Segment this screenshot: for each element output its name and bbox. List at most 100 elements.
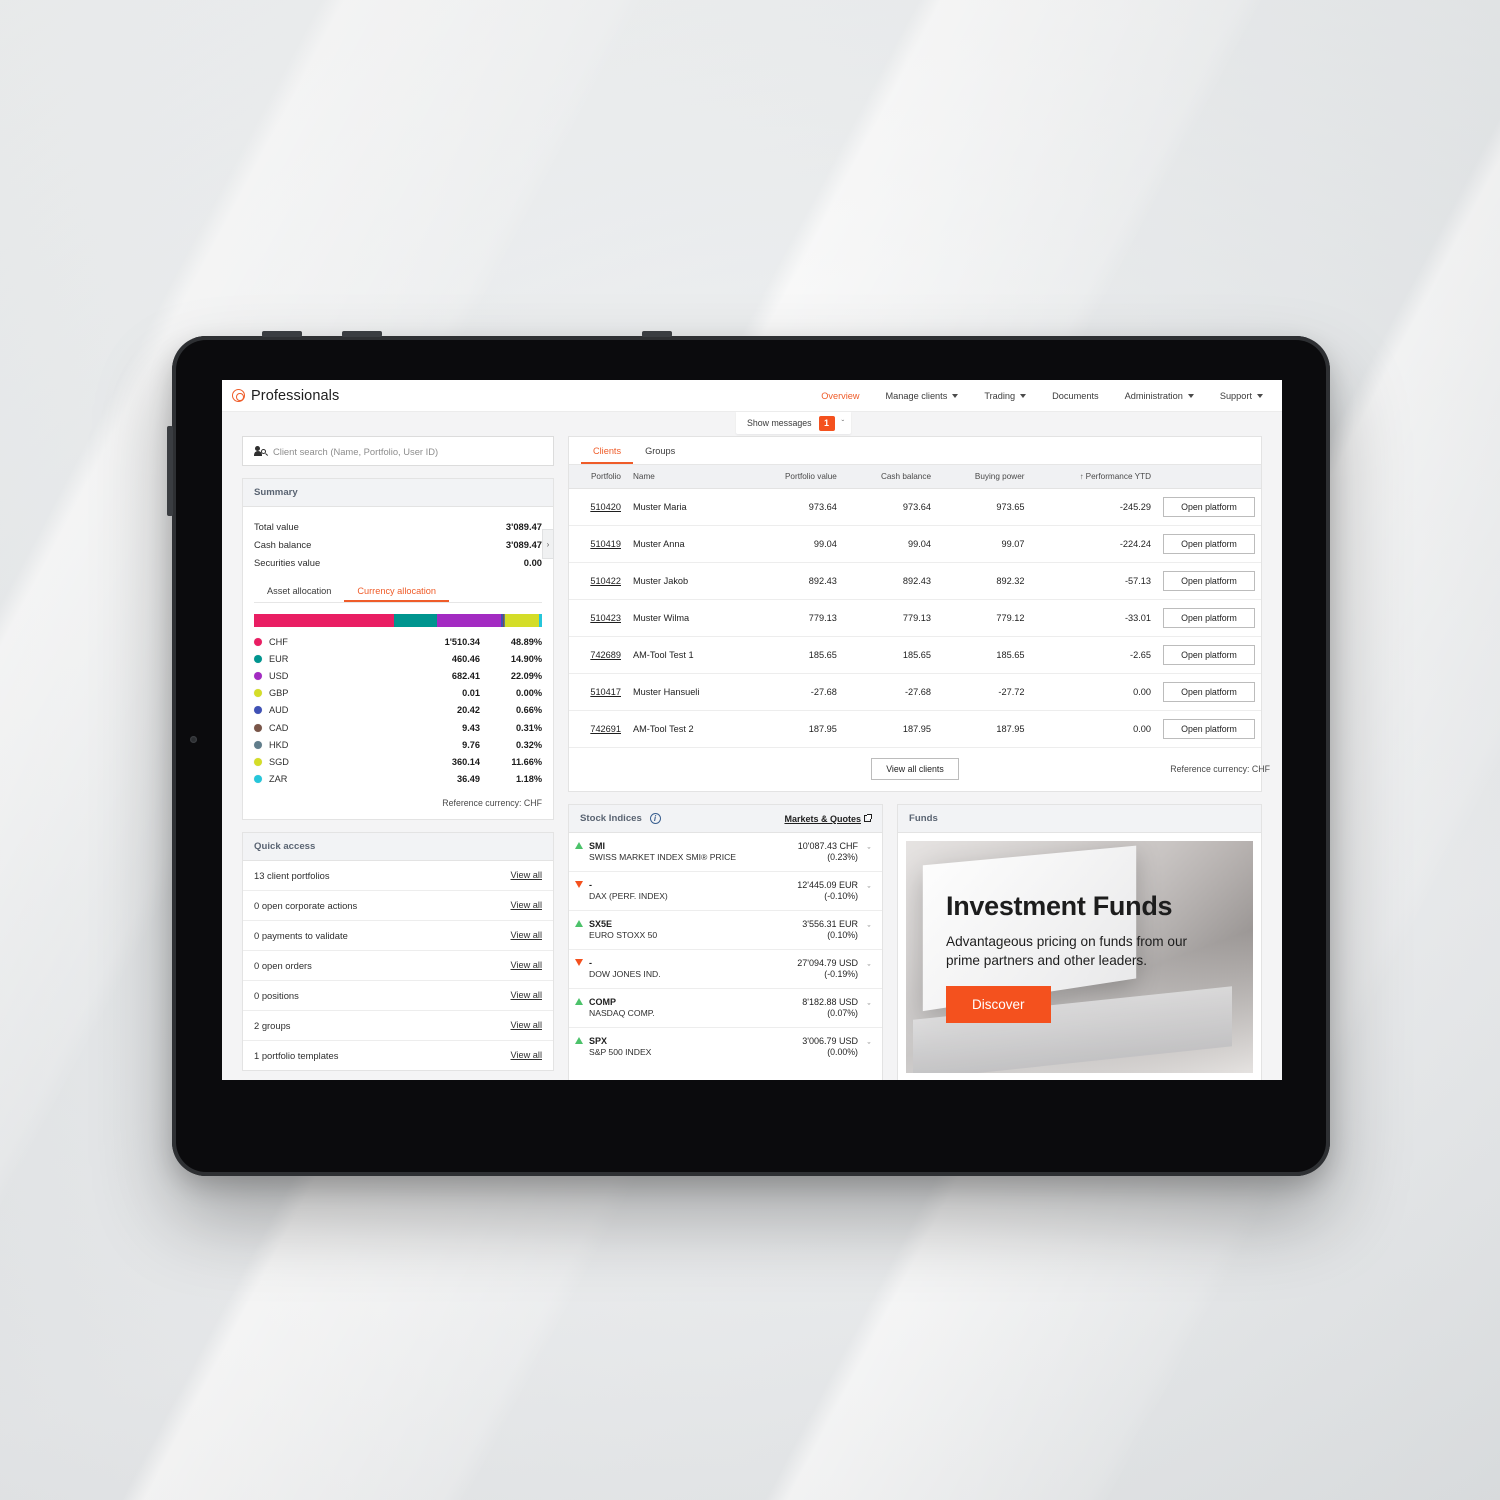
nav-item-documents[interactable]: Documents — [1039, 391, 1111, 401]
client-search-field[interactable]: Client search (Name, Portfolio, User ID) — [242, 436, 554, 466]
index-text: SX5E EURO STOXX 50 — [589, 918, 796, 941]
summary-row-label: Cash balance — [254, 538, 312, 550]
column-header-cash-balance[interactable]: Cash balance — [842, 465, 938, 489]
index-change: (0.00%) — [827, 1047, 858, 1058]
chevron-down-icon[interactable]: ˇ — [842, 419, 845, 428]
tab-asset-allocation[interactable]: Asset allocation — [254, 582, 344, 602]
view-all-link[interactable]: View all — [511, 1050, 543, 1060]
tablet-camera — [190, 736, 197, 743]
index-change: (-0.10%) — [824, 891, 858, 902]
cell-portfolio: 742689 — [569, 636, 627, 674]
open-platform-button[interactable]: Open platform — [1163, 534, 1255, 554]
chevron-down-icon[interactable]: ˇ — [864, 1041, 874, 1051]
view-all-clients-button[interactable]: View all clients — [871, 758, 959, 780]
allocation-row: USD 682.41 22.09% — [254, 667, 542, 684]
trend-up-icon — [575, 1037, 583, 1045]
markets-and-quotes-link[interactable]: Markets & Quotes — [784, 814, 872, 824]
index-symbol: COMP — [589, 997, 616, 1008]
portfolio-link[interactable]: 510419 — [590, 539, 621, 549]
stock-index-row[interactable]: COMP NASDAQ COMP. 8'182.88 USD (0.07%) ˇ — [569, 989, 882, 1029]
column-header-buying-power[interactable]: Buying power — [937, 465, 1031, 489]
view-all-link[interactable]: View all — [511, 870, 543, 880]
tab-currency-allocation[interactable]: Currency allocation — [344, 582, 449, 602]
legend-color-dot — [254, 775, 262, 784]
view-all-link[interactable]: View all — [511, 930, 543, 940]
column-header-performance-ytd[interactable]: ↑ Performance YTD — [1030, 465, 1157, 489]
clients-table-body: 510420 Muster Maria 973.64 973.64 973.65 -245… — [569, 488, 1261, 748]
stock-index-row[interactable]: - DAX (PERF. INDEX) 12'445.09 EUR (-0.10%) ˇ — [569, 872, 882, 912]
nav-item-support[interactable]: Support — [1207, 391, 1276, 401]
index-price: 12'445.09 EUR — [797, 880, 858, 891]
portfolio-link[interactable]: 510417 — [590, 687, 621, 697]
summary-card: Summary Total value 3'089.47 Cash balance 3… — [242, 478, 554, 820]
chevron-down-icon[interactable]: ˇ — [864, 924, 874, 934]
chevron-down-icon[interactable]: ˇ — [864, 885, 874, 895]
cell-cash-balance: 99.04 — [842, 525, 938, 563]
open-platform-button[interactable]: Open platform — [1163, 719, 1255, 739]
allocation-percent: 22.09% — [510, 670, 542, 681]
cell-buying-power: 99.07 — [937, 525, 1031, 563]
legend-color-dot — [254, 654, 262, 663]
index-name: NASDAQ COMP. — [589, 1008, 655, 1019]
chevron-down-icon[interactable]: ˇ — [864, 1002, 874, 1012]
show-messages-button[interactable]: Show messages 1 ˇ — [736, 412, 852, 434]
tab-clients[interactable]: Clients — [581, 437, 633, 464]
open-platform-button[interactable]: Open platform — [1163, 645, 1255, 665]
nav-item-manage-clients[interactable]: Manage clients — [873, 391, 972, 401]
index-symbol: SX5E — [589, 919, 613, 930]
quick-access-row: 0 open orders View all — [243, 951, 553, 981]
table-row: 510417 Muster Hansueli -27.68 -27.68 -27.72 0… — [569, 673, 1261, 711]
chevron-down-icon[interactable]: ˇ — [864, 963, 874, 973]
quick-access-row: 13 client portfolios View all — [243, 861, 553, 891]
portfolio-link[interactable]: 510422 — [590, 576, 621, 586]
view-all-link[interactable]: View all — [511, 990, 543, 1000]
open-platform-button[interactable]: Open platform — [1163, 608, 1255, 628]
open-platform-button[interactable]: Open platform — [1163, 571, 1255, 591]
summary-row-label: Total value — [254, 520, 299, 532]
quick-access-label: 2 groups — [254, 1019, 291, 1031]
allocation-amount: 9.76 — [462, 739, 480, 750]
info-icon[interactable]: i — [649, 813, 661, 824]
brand[interactable]: Professionals — [232, 388, 339, 404]
portfolio-link[interactable]: 742691 — [590, 724, 621, 734]
chevron-down-icon[interactable]: ˇ — [864, 846, 874, 856]
summary-next-arrow-button[interactable]: › — [542, 529, 554, 559]
cell-name: Muster Maria — [627, 488, 746, 526]
portfolio-link[interactable]: 510420 — [590, 502, 621, 512]
left-column: Client search (Name, Portfolio, User ID)… — [242, 436, 554, 1080]
table-row: 510422 Muster Jakob 892.43 892.43 892.32 -57.… — [569, 562, 1261, 600]
summary-row: Securities value 0.00 — [254, 553, 542, 571]
view-all-link[interactable]: View all — [511, 960, 543, 970]
column-header-portfolio[interactable]: Portfolio — [569, 465, 627, 489]
allocation-amount: 682.41 — [451, 670, 480, 681]
cell-performance-ytd: -57.13 — [1030, 562, 1157, 600]
index-text: - DAX (PERF. INDEX) — [589, 879, 791, 902]
open-platform-button[interactable]: Open platform — [1163, 682, 1255, 702]
portfolio-link[interactable]: 510423 — [590, 613, 621, 623]
quick-access-list: 13 client portfolios View all 0 open corpo… — [243, 861, 553, 1070]
open-platform-button[interactable]: Open platform — [1163, 497, 1255, 517]
index-name: DAX (PERF. INDEX) — [589, 891, 668, 902]
stock-index-row[interactable]: SMI SWISS MARKET INDEX SMI® PRICE 10'087.4… — [569, 833, 882, 873]
index-price: 8'182.88 USD — [802, 997, 858, 1008]
summary-row-value: 0.00 — [523, 556, 542, 568]
nav-item-trading[interactable]: Trading — [971, 391, 1039, 401]
tab-groups[interactable]: Groups — [633, 437, 687, 464]
quick-access-row: 0 open corporate actions View all — [243, 891, 553, 921]
stock-index-row[interactable]: SPX S&P 500 INDEX 3'006.79 USD (0.00%) ˇ — [569, 1028, 882, 1066]
allocation-amount: 36.49 — [457, 774, 480, 785]
column-header-portfolio-value[interactable]: Portfolio value — [745, 465, 843, 489]
stock-index-row[interactable]: - DOW JONES IND. 27'094.79 USD (-0.19%) ˇ — [569, 950, 882, 990]
portfolio-link[interactable]: 742689 — [590, 650, 621, 660]
view-all-link[interactable]: View all — [511, 1020, 543, 1030]
index-symbol: - — [589, 958, 592, 969]
tablet-screen: Professionals Overview Manage clients Trad… — [222, 380, 1282, 1080]
column-header-label: Cash balance — [880, 472, 932, 481]
chevron-down-icon — [1257, 393, 1263, 398]
column-header-name[interactable]: Name — [627, 465, 746, 489]
view-all-link[interactable]: View all — [511, 900, 543, 910]
nav-item-overview[interactable]: Overview — [808, 391, 872, 401]
stock-index-row[interactable]: SX5E EURO STOXX 50 3'556.31 EUR (0.10%) ˇ — [569, 911, 882, 951]
nav-item-administration[interactable]: Administration — [1112, 391, 1207, 401]
discover-button[interactable]: Discover — [946, 985, 1051, 1023]
